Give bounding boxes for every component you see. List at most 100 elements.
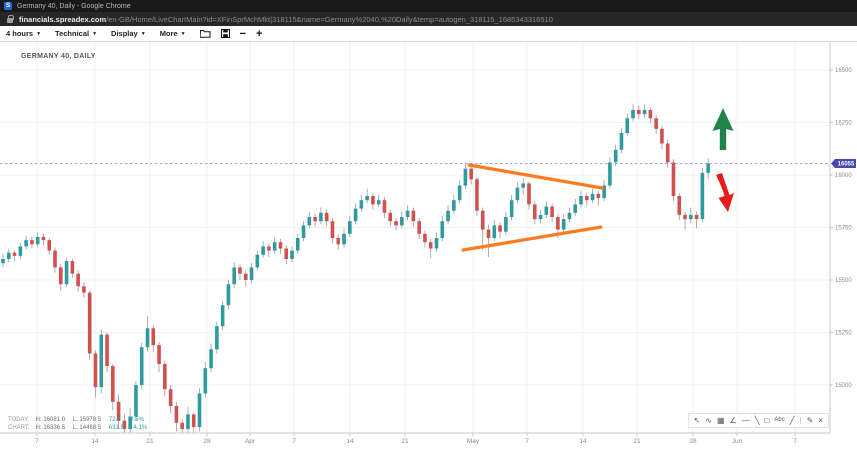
candle-body	[238, 267, 242, 273]
candle-body	[666, 144, 670, 163]
candle-body	[99, 335, 103, 388]
candle-body	[308, 217, 312, 225]
candle-body	[111, 366, 115, 402]
candle-body	[169, 389, 173, 406]
y-axis-label: 15500	[835, 278, 852, 284]
polyline-tool-icon[interactable]: ∿	[705, 416, 712, 425]
candle-body	[683, 215, 687, 219]
grid-tool-icon[interactable]: ▦	[717, 416, 725, 425]
candle-body	[82, 286, 86, 292]
candle-body	[458, 186, 462, 201]
candle-body	[406, 211, 410, 217]
candle-body	[360, 200, 364, 208]
pattern-trendline-lower[interactable]	[463, 227, 601, 250]
legend-row-chart: CHART: H: 16336.5 L: 14468.5 631.5 4.1%	[8, 424, 155, 432]
chevron-down-icon: ▼	[141, 31, 146, 37]
price-chart[interactable]: 1650016250160001575015500152501500071421…	[0, 42, 857, 448]
candle-body	[1, 259, 5, 263]
pointer-tool-icon[interactable]: ↖	[694, 416, 701, 425]
more-menu[interactable]: More ▼	[160, 29, 186, 38]
rect-tool-icon[interactable]: □	[765, 416, 770, 425]
window-title: Germany 40, Daily - Google Chrome	[17, 3, 131, 10]
candle-body	[400, 217, 404, 225]
timeframe-menu[interactable]: 4 hours ▼	[6, 29, 41, 38]
line-tool-icon[interactable]: ╱	[790, 416, 795, 425]
chevron-down-icon: ▼	[92, 31, 97, 37]
candle-body	[608, 162, 612, 185]
chart-high-value: 16336.5	[43, 425, 65, 431]
zoom-in-button[interactable]: +	[256, 29, 262, 39]
candle-body	[36, 237, 40, 244]
zoom-out-button[interactable]: −	[240, 29, 246, 39]
candle-body	[221, 305, 225, 326]
chart-toolbar: 4 hours ▼ Technical ▼ Display ▼ More ▼ −…	[0, 26, 857, 42]
candle-body	[498, 225, 502, 231]
x-axis-label: 28	[203, 438, 211, 445]
candle-body	[614, 150, 618, 163]
y-axis-label: 15250	[835, 331, 852, 337]
candle-body	[186, 414, 190, 429]
candle-body	[134, 385, 138, 417]
candle-body	[591, 194, 595, 200]
candle-body	[348, 221, 352, 234]
candle-body	[469, 169, 473, 180]
candle-body	[24, 240, 28, 246]
text-tool-icon[interactable]: Abc	[774, 416, 784, 425]
candle-body	[435, 238, 439, 249]
technical-menu[interactable]: Technical ▼	[55, 29, 97, 38]
drawing-toolbar: ↖ ∿ ▦ ∠ — ╲ □ Abc ╱ | ✎ ×	[688, 413, 829, 428]
bullish-arrow[interactable]	[713, 108, 734, 150]
candle-body	[452, 200, 456, 211]
candle-body	[371, 196, 375, 204]
candle-body	[521, 183, 525, 187]
address-bar[interactable]: financials.spreadex.com /en-GB/Home/Live…	[0, 12, 857, 26]
candle-body	[585, 196, 589, 200]
candle-body	[706, 163, 710, 172]
candle-body	[446, 211, 450, 222]
candle-body	[76, 274, 80, 287]
candle-body	[261, 246, 265, 254]
instrument-label: GERMANY 40, DAILY	[21, 53, 96, 60]
trendline-tool-icon[interactable]: ╲	[755, 416, 760, 425]
candle-body	[527, 183, 531, 204]
x-axis-label: 14	[346, 438, 354, 445]
save-icon[interactable]	[221, 29, 230, 38]
candle-body	[677, 196, 681, 215]
chart-area[interactable]: 1650016250160001575015500152501500071421…	[0, 42, 857, 448]
x-axis-label: 14	[579, 438, 587, 445]
candle-body	[256, 255, 260, 268]
delete-tool-icon[interactable]: ×	[818, 416, 823, 425]
x-axis-label: Apr	[245, 438, 256, 445]
candle-body	[232, 267, 236, 284]
bearish-arrow[interactable]	[716, 173, 734, 212]
candle-body	[157, 345, 161, 364]
candle-body	[539, 215, 543, 219]
candle-body	[510, 200, 514, 217]
today-high-label: H:	[36, 417, 42, 423]
candle-body	[354, 209, 358, 222]
display-label: Display	[111, 29, 138, 38]
candle-body	[180, 423, 184, 429]
pencil-tool-icon[interactable]: ✎	[807, 416, 814, 425]
candle-body	[140, 347, 144, 385]
pattern-trendline-upper[interactable]	[469, 165, 602, 188]
legend-row-today: TODAY: H: 16081.0 L: 15978.5 72.5 0.5%	[8, 416, 155, 424]
candle-body	[146, 328, 150, 347]
candle-body	[573, 204, 577, 212]
hline-tool-icon[interactable]: —	[742, 416, 750, 425]
candle-body	[331, 221, 335, 238]
chart-low-label: L:	[73, 425, 78, 431]
angle-tool-icon[interactable]: ∠	[730, 416, 737, 425]
candle-body	[325, 213, 329, 221]
candle-body	[336, 238, 340, 244]
open-folder-icon[interactable]	[200, 29, 211, 38]
display-menu[interactable]: Display ▼	[111, 29, 146, 38]
candle-body	[151, 328, 155, 345]
x-axis-label: 21	[401, 438, 409, 445]
y-axis-label: 15750	[835, 226, 852, 232]
candle-body	[13, 253, 17, 256]
candle-body	[175, 406, 179, 423]
candle-body	[550, 207, 554, 218]
candle-body	[267, 246, 271, 250]
candle-body	[672, 162, 676, 196]
